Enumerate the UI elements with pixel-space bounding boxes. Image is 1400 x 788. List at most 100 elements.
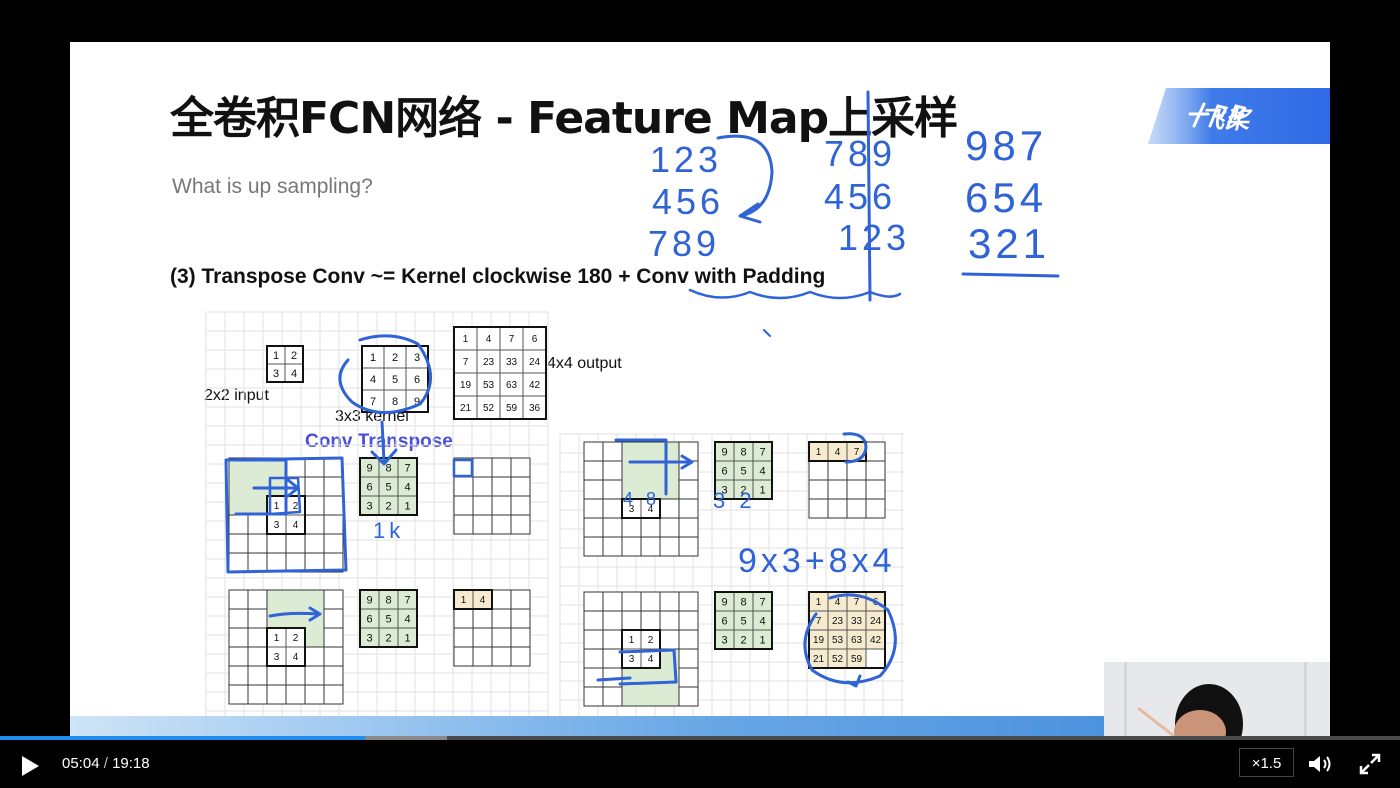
swap-arrow [716, 134, 774, 224]
result-grid-1-cell [472, 476, 493, 497]
padded-input-2-cell [228, 665, 249, 686]
padded-input-3-cell [678, 517, 699, 538]
padded-input-3-cell [583, 498, 604, 519]
rotated-kernel-3-value: 5 [740, 465, 746, 477]
output-matrix-value: 4 [486, 334, 492, 345]
padded-input-3-cell [678, 536, 699, 557]
fullscreen-button[interactable] [1358, 752, 1382, 776]
rotated-kernel-1-value: 1 [404, 500, 410, 512]
result-grid-1-cell [491, 495, 512, 516]
padded-input-1-cell [266, 552, 287, 573]
padded-input-2-cell [323, 684, 344, 705]
padded-input-2-cell [247, 589, 268, 610]
fullscreen-icon [1359, 753, 1381, 775]
progress-bar[interactable] [0, 736, 1400, 740]
result-grid-2-cell [510, 589, 531, 610]
result-grid-3-cell [846, 460, 867, 481]
rotated-kernel-2-value: 1 [404, 632, 410, 644]
handwritten-m1-row1: 123 [650, 139, 722, 180]
padded-input-4-cell [640, 610, 661, 631]
result-grid-2-cell [510, 646, 531, 667]
result-grid-1-cell [453, 476, 474, 497]
padded-input-4-cell [678, 629, 699, 650]
result-grid-2-cell [472, 608, 493, 629]
result-grid-1-cell [472, 495, 493, 516]
rotated-kernel-1-value: 3 [366, 500, 372, 512]
rotated-kernel-4-value: 5 [740, 615, 746, 627]
padded-input-1-cell [323, 476, 344, 497]
kernel-matrix-value: 6 [414, 374, 420, 386]
padded-input-2-cell [228, 646, 249, 667]
play-button[interactable] [18, 754, 42, 778]
conv-transpose-diagram: 1 23 41 2 34 5 67 8 91 4 7 67 23 33 2419 53 63 4221 52 59 36… [205, 90, 1060, 716]
padded-input-2-cell [323, 665, 344, 686]
result-grid-3-cell [827, 479, 848, 500]
output-matrix-value: 33 [506, 357, 518, 368]
padded-input-1-cell [247, 552, 268, 573]
rotated-kernel-3-value: 4 [759, 465, 765, 477]
partial-output-b-value: 1 [816, 447, 822, 458]
partial-output-c-value: 52 [832, 654, 844, 665]
padded-input-4-cell [583, 667, 604, 688]
padded-input-4-cell [583, 686, 604, 707]
padded-input-3-cell [659, 517, 680, 538]
output-matrix-value: 52 [483, 403, 495, 414]
padded-input-1-cell [304, 533, 325, 554]
padded-input-4-values-value: 4 [648, 654, 654, 665]
padded-input-4-cell [583, 610, 604, 631]
padded-input-4-cell [678, 591, 699, 612]
padded-input-4-cell [583, 629, 604, 650]
handwritten-m1-row2: 456 [652, 181, 724, 222]
handwritten-formula: 9x3+8x4 [738, 542, 896, 580]
padded-input-2-cell [285, 684, 306, 705]
rotated-kernel-4-value: 1 [759, 634, 765, 646]
result-grid-3-cell [827, 460, 848, 481]
duration: 19:18 [112, 755, 150, 772]
padded-input-4-cell [621, 610, 642, 631]
playback-speed-button[interactable]: ×1.5 [1239, 748, 1294, 777]
handwritten-m2-row3: 123 [838, 217, 910, 258]
rotated-kernel-2-value: 5 [385, 613, 391, 625]
volume-button[interactable] [1306, 752, 1334, 776]
padded-input-3-cell [678, 441, 699, 462]
time-display: 05:04 / 19:18 [62, 755, 150, 772]
padded-input-2-values-value: 4 [293, 652, 299, 663]
output-matrix-value: 36 [529, 403, 541, 414]
input-matrix-value: 1 [273, 350, 279, 362]
result-grid-2-cell [472, 627, 493, 648]
partial-output-c-value: 63 [851, 635, 863, 646]
rotated-kernel-1-value: 8 [385, 462, 391, 474]
partial-output-c-value: 4 [835, 597, 841, 608]
result-grid-2-cell [491, 627, 512, 648]
padded-input-4-cell [678, 686, 699, 707]
result-grid-2-cell [453, 646, 474, 667]
result-grid-1-cell [510, 476, 531, 497]
rotated-kernel-3-value: 1 [759, 484, 765, 496]
output-matrix-value: 59 [506, 403, 518, 414]
padded-input-4-cell [621, 591, 642, 612]
handwritten-note3: 1k [373, 518, 404, 543]
rotated-kernel-1-value: 7 [404, 462, 410, 474]
output-matrix-value: 7 [509, 334, 515, 345]
partial-output-c-value: 53 [832, 635, 844, 646]
padded-input-2-cell [247, 627, 268, 648]
padded-input-2-cell [323, 589, 344, 610]
padded-input-3-cell [640, 536, 661, 557]
output-matrix-value: 23 [483, 357, 495, 368]
divider-line [866, 90, 872, 302]
result-grid-2-cell [510, 627, 531, 648]
result-grid-1-cell [491, 514, 512, 535]
kernel-matrix-value: 7 [370, 396, 376, 408]
padded-input-3-cell [602, 517, 623, 538]
underline-m3 [961, 272, 1060, 278]
player-controls: 05:04 / 19:18 ×1.5 [0, 736, 1400, 788]
input-matrix-value: 3 [273, 368, 279, 380]
rotated-kernel-4-value: 2 [740, 634, 746, 646]
result-grid-1-cell [472, 514, 493, 535]
result-grid-3-cell [865, 441, 886, 462]
padded-input-3-cell [583, 460, 604, 481]
padded-input-3-cell [621, 536, 642, 557]
padded-input-3-cell [602, 479, 623, 500]
result-grid-3-cell [865, 498, 886, 519]
partial-output-c-value: 7 [854, 597, 860, 608]
